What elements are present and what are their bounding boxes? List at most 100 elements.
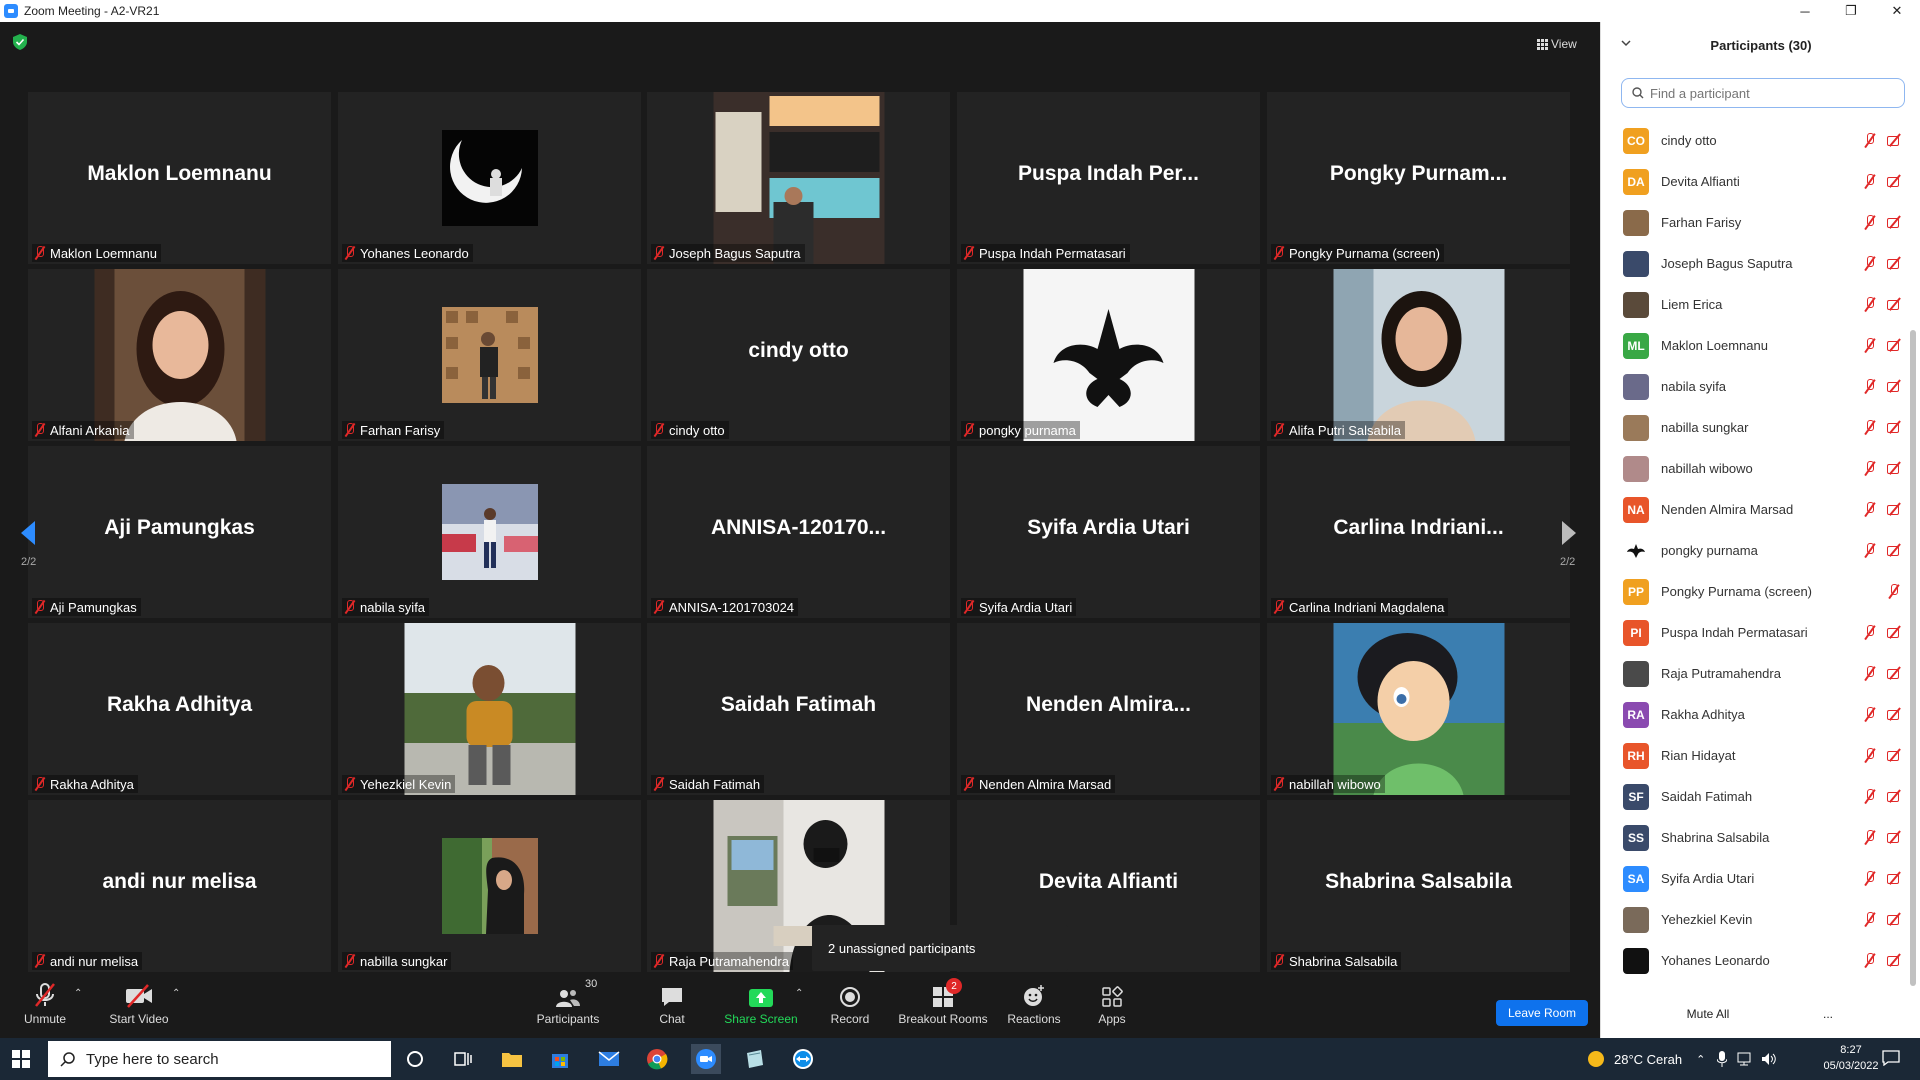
mic-muted-icon[interactable]	[1887, 584, 1900, 599]
video-tile[interactable]: Alifa Putri Salsabila	[1267, 269, 1570, 441]
windows-start-icon[interactable]	[12, 1050, 30, 1068]
video-tile[interactable]: Joseph Bagus Saputra	[647, 92, 950, 264]
previous-page-arrow[interactable]	[14, 508, 42, 558]
video-off-icon[interactable]	[1887, 257, 1903, 269]
video-tile[interactable]: nabilla sungkar	[338, 800, 641, 972]
chrome-icon[interactable]	[642, 1044, 672, 1074]
participant-row[interactable]: SA Syifa Ardia Utari	[1601, 858, 1906, 899]
participant-row[interactable]: DA Devita Alfianti	[1601, 161, 1906, 202]
mic-muted-icon[interactable]	[1863, 953, 1876, 968]
participant-row[interactable]: CO cindy otto	[1601, 120, 1906, 161]
video-tile[interactable]: Maklon Loemnanu Maklon Loemnanu	[28, 92, 331, 264]
apps-button[interactable]: Apps	[1096, 982, 1128, 1032]
video-off-icon[interactable]	[1887, 134, 1903, 146]
video-tile[interactable]: andi nur melisa andi nur melisa	[28, 800, 331, 972]
mic-muted-icon[interactable]	[1863, 215, 1876, 230]
participant-row[interactable]: PP Pongky Purnama (screen)	[1601, 571, 1906, 612]
video-tile[interactable]: Yehezkiel Kevin	[338, 623, 641, 795]
mic-muted-icon[interactable]	[1863, 748, 1876, 763]
file-explorer-icon[interactable]	[497, 1044, 527, 1074]
cortana-icon[interactable]	[400, 1044, 430, 1074]
minimize-button[interactable]: ─	[1782, 0, 1828, 22]
participant-row[interactable]: nabilla sungkar	[1601, 407, 1906, 448]
participant-row[interactable]: Liem Erica	[1601, 284, 1906, 325]
notes-app-icon[interactable]	[740, 1044, 770, 1074]
video-off-icon[interactable]	[1887, 380, 1903, 392]
mute-all-button[interactable]: Mute All	[1676, 1002, 1740, 1026]
mic-muted-icon[interactable]	[1863, 666, 1876, 681]
video-tile[interactable]: nabillah wibowo	[1267, 623, 1570, 795]
video-options-caret[interactable]: ⌃	[172, 988, 180, 999]
participant-row[interactable]: RA Rakha Adhitya	[1601, 694, 1906, 735]
weather-text[interactable]: 28°C Cerah	[1614, 1052, 1682, 1067]
video-tile[interactable]: Shabrina Salsabila Shabrina Salsabila	[1267, 800, 1570, 972]
maximize-button[interactable]: ❐	[1828, 0, 1874, 22]
video-off-icon[interactable]	[1887, 872, 1903, 884]
microphone-tray-icon[interactable]	[1717, 1051, 1728, 1067]
audio-options-caret[interactable]: ⌃	[74, 988, 82, 999]
mic-muted-icon[interactable]	[1863, 461, 1876, 476]
encryption-shield-icon[interactable]	[13, 34, 27, 50]
task-view-icon[interactable]	[448, 1044, 478, 1074]
participant-row[interactable]: Yohanes Leonardo	[1601, 940, 1906, 981]
video-tile[interactable]: Farhan Farisy	[338, 269, 641, 441]
video-tile[interactable]: Syifa Ardia Utari Syifa Ardia Utari	[957, 446, 1260, 618]
view-button[interactable]: View	[1537, 34, 1591, 54]
video-off-icon[interactable]	[1887, 667, 1903, 679]
video-off-icon[interactable]	[1887, 913, 1903, 925]
start-video-button[interactable]: Start Video	[106, 982, 172, 1032]
mic-muted-icon[interactable]	[1863, 871, 1876, 886]
chat-button[interactable]: Chat	[650, 982, 694, 1032]
breakout-rooms-button[interactable]: 2 Breakout Rooms	[898, 978, 988, 1032]
mic-muted-icon[interactable]	[1863, 502, 1876, 517]
video-tile[interactable]: Puspa Indah Per... Puspa Indah Permatasar…	[957, 92, 1260, 264]
video-off-icon[interactable]	[1887, 708, 1903, 720]
participant-row[interactable]: SS Shabrina Salsabila	[1601, 817, 1906, 858]
network-icon[interactable]	[1737, 1052, 1753, 1066]
participant-row[interactable]: RH Rian Hidayat	[1601, 735, 1906, 776]
mic-muted-icon[interactable]	[1863, 174, 1876, 189]
record-button[interactable]: Record	[826, 982, 874, 1032]
participant-row[interactable]: nabila syifa	[1601, 366, 1906, 407]
video-tile[interactable]: Nenden Almira... Nenden Almira Marsad	[957, 623, 1260, 795]
video-tile[interactable]: ANNISA-120170... ANNISA-1201703024	[647, 446, 950, 618]
video-tile[interactable]: pongky purnama	[957, 269, 1260, 441]
video-off-icon[interactable]	[1887, 954, 1903, 966]
mic-muted-icon[interactable]	[1863, 379, 1876, 394]
notifications-icon[interactable]	[1882, 1050, 1900, 1066]
share-screen-button[interactable]: Share Screen	[724, 982, 798, 1032]
video-tile[interactable]: Alfani Arkania	[28, 269, 331, 441]
unmute-button[interactable]: Unmute	[22, 982, 68, 1032]
video-off-icon[interactable]	[1887, 749, 1903, 761]
mic-muted-icon[interactable]	[1863, 543, 1876, 558]
reactions-button[interactable]: Reactions	[1006, 982, 1062, 1032]
video-off-icon[interactable]	[1887, 175, 1903, 187]
video-tile[interactable]: nabila syifa	[338, 446, 641, 618]
zoom-taskbar-icon[interactable]	[691, 1044, 721, 1074]
mic-muted-icon[interactable]	[1863, 256, 1876, 271]
video-off-icon[interactable]	[1887, 216, 1903, 228]
mic-muted-icon[interactable]	[1863, 338, 1876, 353]
next-page-arrow[interactable]	[1555, 508, 1583, 558]
video-off-icon[interactable]	[1887, 421, 1903, 433]
participant-row[interactable]: ML Maklon Loemnanu	[1601, 325, 1906, 366]
participant-search[interactable]	[1621, 78, 1905, 108]
video-tile[interactable]: Yohanes Leonardo	[338, 92, 641, 264]
participant-row[interactable]: pongky purnama	[1601, 530, 1906, 571]
video-off-icon[interactable]	[1887, 790, 1903, 802]
mic-muted-icon[interactable]	[1863, 625, 1876, 640]
video-tile[interactable]: Carlina Indriani... Carlina Indriani Magd…	[1267, 446, 1570, 618]
video-tile[interactable]: Pongky Purnam... Pongky Purnama (screen)	[1267, 92, 1570, 264]
participant-row[interactable]: Yehezkiel Kevin	[1601, 899, 1906, 940]
participant-row[interactable]: Farhan Farisy	[1601, 202, 1906, 243]
participant-row[interactable]: NA Nenden Almira Marsad	[1601, 489, 1906, 530]
taskbar-clock[interactable]: 8:27 05/03/2022	[1816, 1042, 1886, 1074]
video-tile[interactable]: Rakha Adhitya Rakha Adhitya	[28, 623, 331, 795]
participant-row[interactable]: SF Saidah Fatimah	[1601, 776, 1906, 817]
tray-overflow-icon[interactable]: ⌃	[1696, 1053, 1705, 1066]
video-off-icon[interactable]	[1887, 339, 1903, 351]
mic-muted-icon[interactable]	[1863, 789, 1876, 804]
video-off-icon[interactable]	[1887, 626, 1903, 638]
close-button[interactable]: ✕	[1874, 0, 1920, 22]
volume-icon[interactable]	[1761, 1052, 1777, 1066]
